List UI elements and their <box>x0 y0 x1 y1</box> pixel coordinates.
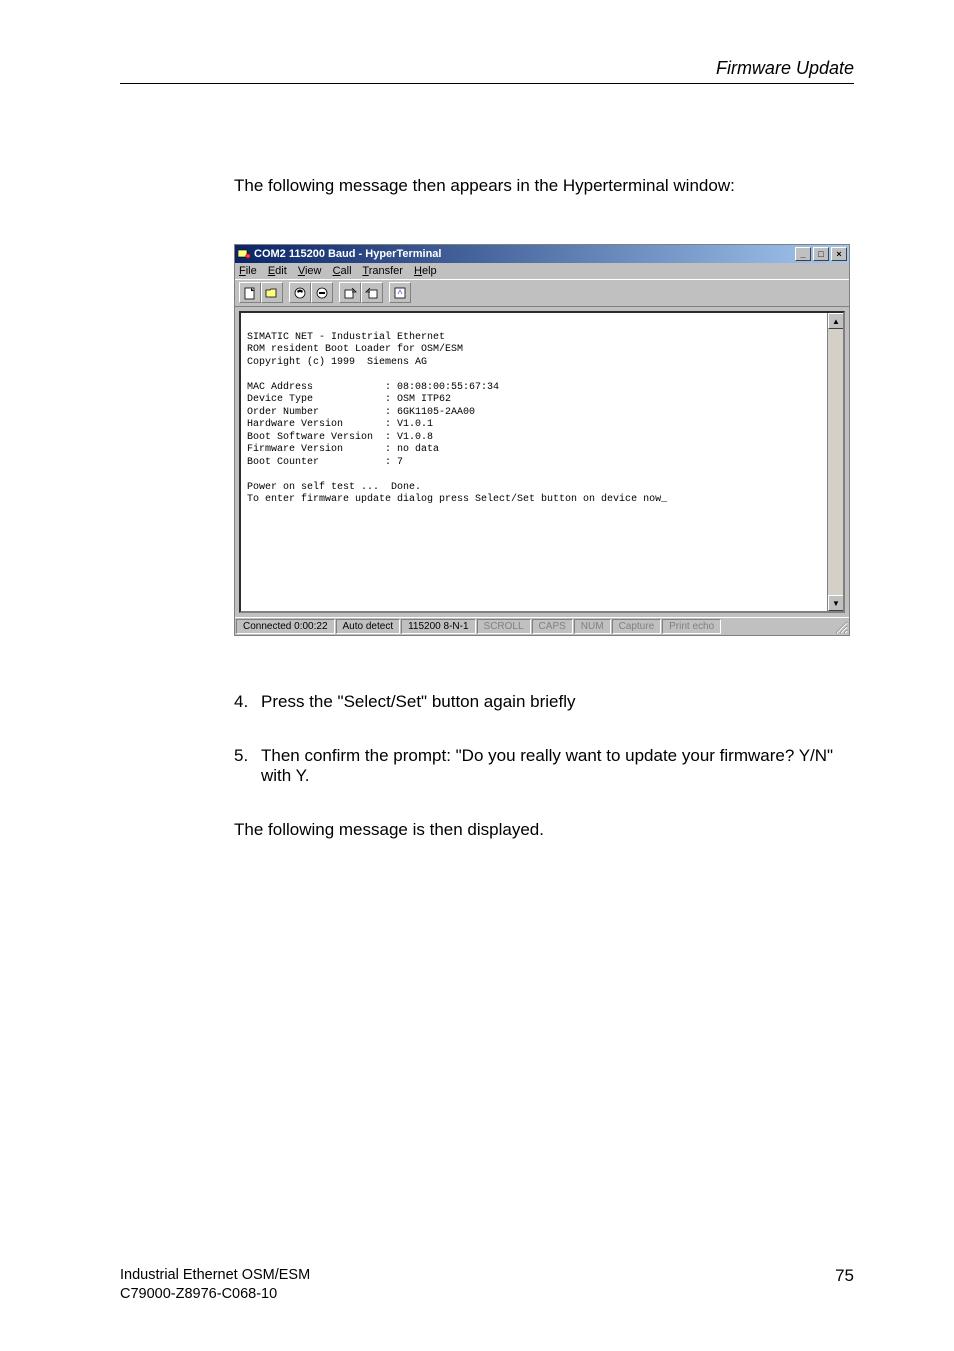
menubar: File Edit View Call Transfer Help <box>235 263 849 279</box>
step-4-number: 4. <box>234 692 261 712</box>
resize-grip[interactable] <box>832 619 848 634</box>
step-5-number: 5. <box>234 746 261 786</box>
outro-paragraph: The following message is then displayed. <box>234 820 854 840</box>
scroll-track[interactable] <box>828 329 843 595</box>
terminal: SIMATIC NET - Industrial Ethernet ROM re… <box>239 311 845 613</box>
open-icon[interactable] <box>261 282 283 303</box>
hyperterminal-window: COM2 115200 Baud - HyperTerminal _ □ × F… <box>234 244 850 636</box>
step-4: 4. Press the "Select/Set" button again b… <box>234 692 854 712</box>
toolbar <box>235 279 849 307</box>
app-icon <box>238 248 251 260</box>
terminal-frame: SIMATIC NET - Industrial Ethernet ROM re… <box>235 307 849 617</box>
step-4-text: Press the "Select/Set" button again brie… <box>261 692 575 712</box>
statusbar: Connected 0:00:22 Auto detect 115200 8-N… <box>235 617 849 635</box>
status-capture: Capture <box>612 619 662 634</box>
menu-help[interactable]: Help <box>414 265 437 277</box>
page-header: Firmware Update <box>120 58 854 84</box>
scroll-down-button[interactable]: ▼ <box>828 595 844 611</box>
window-title: COM2 115200 Baud - HyperTerminal <box>254 248 441 260</box>
page-footer: Industrial Ethernet OSM/ESM C79000-Z8976… <box>120 1266 854 1305</box>
menu-view[interactable]: View <box>298 265 322 277</box>
minimize-button[interactable]: _ <box>795 247 811 261</box>
hangup-icon[interactable] <box>311 282 333 303</box>
menu-transfer[interactable]: Transfer <box>362 265 403 277</box>
status-echo: Print echo <box>662 619 721 634</box>
terminal-output: SIMATIC NET - Industrial Ethernet ROM re… <box>241 313 827 611</box>
properties-icon[interactable] <box>389 282 411 303</box>
menu-call[interactable]: Call <box>333 265 352 277</box>
menu-edit[interactable]: Edit <box>268 265 287 277</box>
close-button[interactable]: × <box>831 247 847 261</box>
phone-call-icon[interactable] <box>289 282 311 303</box>
menu-file[interactable]: File <box>239 265 257 277</box>
footer-line1: Industrial Ethernet OSM/ESM <box>120 1266 310 1286</box>
status-scroll: SCROLL <box>477 619 531 634</box>
status-params: 115200 8-N-1 <box>401 619 475 634</box>
maximize-button[interactable]: □ <box>813 247 829 261</box>
status-mode: Auto detect <box>336 619 401 634</box>
vertical-scrollbar[interactable]: ▲ ▼ <box>827 313 843 611</box>
footer-line2: C79000-Z8976-C068-10 <box>120 1285 310 1305</box>
titlebar: COM2 115200 Baud - HyperTerminal _ □ × <box>235 245 849 263</box>
header-title: Firmware Update <box>716 58 854 78</box>
status-num: NUM <box>574 619 611 634</box>
step-5: 5. Then confirm the prompt: "Do you real… <box>234 746 854 786</box>
status-connected: Connected 0:00:22 <box>236 619 335 634</box>
intro-paragraph: The following message then appears in th… <box>234 176 854 196</box>
step-5-text: Then confirm the prompt: "Do you really … <box>261 746 854 786</box>
receive-icon[interactable] <box>361 282 383 303</box>
new-connection-icon[interactable] <box>239 282 261 303</box>
scroll-up-button[interactable]: ▲ <box>828 313 844 329</box>
status-caps: CAPS <box>532 619 573 634</box>
page-number: 75 <box>835 1266 854 1305</box>
send-icon[interactable] <box>339 282 361 303</box>
